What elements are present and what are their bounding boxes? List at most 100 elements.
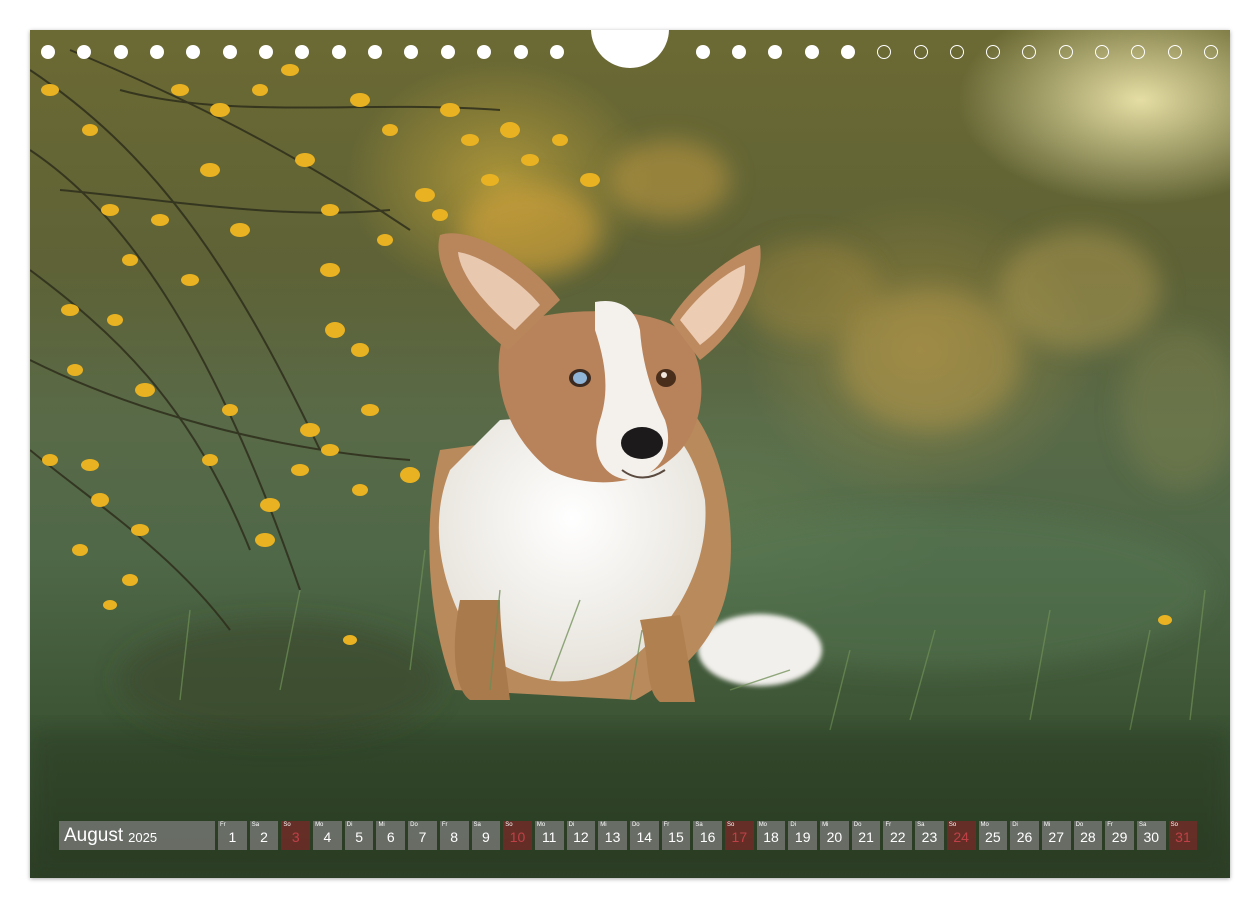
day-cell: Di 26	[1010, 821, 1039, 850]
binding-hole	[368, 45, 382, 59]
hanger-notch	[591, 30, 669, 68]
day-cell: Sa 30	[1136, 821, 1166, 850]
day-number: 15	[668, 829, 684, 845]
weekday-label: Di	[346, 822, 353, 828]
day-cell: Mi 20	[820, 821, 849, 850]
weekday-label: Mo	[315, 822, 324, 828]
day-cell: Di 19	[788, 821, 818, 850]
weekday-label: Fr	[220, 822, 226, 828]
binding-hole	[186, 45, 200, 59]
weekday-label: Fr	[663, 822, 670, 828]
binding-hole	[1131, 45, 1145, 59]
weekday-label: Di	[568, 822, 575, 828]
day-number: 8	[450, 829, 459, 845]
foreground-shadow	[30, 730, 1230, 878]
weekday-label: Mi	[1043, 822, 1051, 828]
day-cell: Mi 27	[1041, 821, 1071, 850]
binding-hole	[986, 45, 1000, 59]
day-cell: Sa 9	[471, 821, 501, 850]
binding-hole	[41, 45, 55, 59]
day-cell: Mo 4	[313, 821, 342, 850]
weekday-label: Do	[853, 822, 862, 828]
calendar-page: August 2025 Fr 1 Sa 2 So 3 Mo 4 Di 5 Mi 6 Do 7 Fr 8 Sa 9 S…	[30, 30, 1230, 878]
day-number: 2	[260, 829, 268, 845]
day-number: 6	[386, 829, 395, 845]
binding-hole	[1022, 45, 1036, 59]
day-number: 17	[731, 829, 748, 845]
day-cell: Do 14	[629, 821, 659, 850]
weekday-label: Mo	[980, 822, 989, 828]
day-cell: Mo 11	[534, 821, 564, 850]
weekday-label: So	[283, 822, 291, 828]
weekday-label: So	[505, 822, 513, 828]
weekday-label: Di	[1012, 822, 1018, 828]
weekday-label: Mo	[536, 822, 546, 828]
weekday-label: Do	[1075, 822, 1084, 828]
day-number: 21	[858, 829, 874, 845]
day-cell: Sa 23	[915, 821, 944, 850]
binding-hole	[150, 45, 164, 59]
weekday-label: Sa	[473, 822, 481, 828]
day-cell: So 17	[725, 821, 754, 850]
day-cell: Do 7	[408, 821, 437, 850]
day-number: 5	[355, 829, 363, 845]
day-number: 31	[1175, 829, 1191, 845]
day-cell: So 10	[503, 821, 532, 850]
day-number: 4	[323, 829, 332, 845]
day-number: 30	[1143, 829, 1160, 845]
day-cell: Mi 13	[598, 821, 627, 850]
year-label: 2025	[128, 830, 158, 845]
day-cell: Do 28	[1073, 821, 1103, 850]
weekday-label: Do	[410, 822, 418, 828]
day-cell: Fr 22	[883, 821, 913, 850]
binding-hole	[696, 45, 710, 59]
day-number: 1	[228, 829, 237, 845]
weekday-label: Di	[790, 822, 797, 828]
day-number: 19	[794, 829, 811, 845]
binding-hole	[1168, 45, 1182, 59]
binding-hole	[1095, 45, 1109, 59]
binding-hole	[950, 45, 964, 59]
binding-hole	[877, 45, 891, 59]
day-cell: Sa 16	[693, 821, 722, 850]
day-number: 28	[1080, 829, 1096, 845]
day-number: 11	[541, 829, 557, 845]
day-cell: Fr 1	[218, 821, 247, 850]
binding-holes	[30, 30, 1230, 70]
binding-hole	[732, 45, 746, 59]
day-number: 26	[1016, 829, 1033, 845]
binding-hole	[1204, 45, 1218, 59]
day-cell: So 31	[1168, 821, 1198, 850]
weekday-label: So	[948, 822, 957, 828]
weekday-label: Sa	[251, 822, 260, 828]
day-number: 23	[921, 829, 938, 845]
day-number: 24	[953, 829, 969, 845]
weekday-label: Mi	[600, 822, 607, 828]
day-number: 13	[604, 829, 621, 845]
binding-hole	[259, 45, 273, 59]
day-number: 10	[509, 829, 526, 845]
weekday-label: Fr	[1107, 822, 1113, 828]
day-number: 9	[481, 829, 490, 845]
binding-hole	[295, 45, 309, 59]
day-cell: Di 12	[566, 821, 596, 850]
calendar-strip: August 2025 Fr 1 Sa 2 So 3 Mo 4 Di 5 Mi 6 Do 7 Fr 8 Sa 9 S…	[59, 821, 1198, 850]
binding-hole	[77, 45, 91, 59]
day-cell: So 24	[946, 821, 976, 850]
day-cell: Di 5	[344, 821, 374, 850]
binding-hole	[914, 45, 928, 59]
month-name: August	[64, 824, 124, 846]
day-number: 7	[418, 829, 427, 845]
day-number: 18	[763, 829, 779, 845]
weekday-label: Sa	[1138, 822, 1147, 828]
weekday-label: Mi	[378, 822, 385, 828]
weekday-label: So	[1170, 822, 1178, 828]
weekday-label: Mi	[822, 822, 829, 828]
day-number: 20	[826, 829, 843, 845]
day-number: 3	[291, 829, 300, 845]
month-label: August 2025	[59, 821, 215, 850]
day-cell: Fr 29	[1105, 821, 1134, 850]
binding-hole	[841, 45, 855, 59]
day-number: 25	[985, 829, 1001, 845]
day-cell: Mo 25	[978, 821, 1008, 850]
